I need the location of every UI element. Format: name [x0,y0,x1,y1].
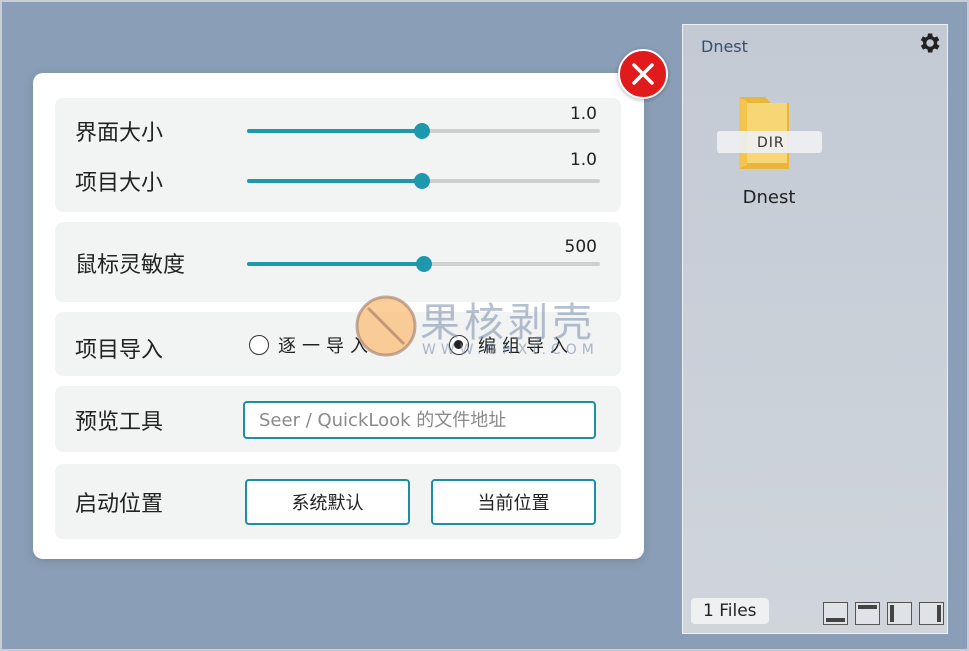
watermark-logo-icon [355,295,417,357]
folder-dir-badge: DIR [757,135,785,151]
watermark-title: 果核剥壳 [420,300,596,346]
folder-name[interactable]: Dnest [719,187,819,208]
item-size-value: 1.0 [569,150,597,170]
item-size-slider-thumb[interactable] [413,173,430,189]
panel-title: Dnest [701,37,748,56]
preview-section: 预览工具 [55,386,621,452]
start-position-label: 启动位置 [75,492,164,517]
ui-size-slider[interactable] [247,120,600,140]
preview-tool-label: 预览工具 [75,410,164,435]
close-x-icon [632,63,654,85]
dock-left-icon[interactable] [887,602,912,625]
folder-icon[interactable] [717,93,825,175]
dock-top-icon[interactable] [855,602,880,625]
item-size-label: 项目大小 [75,171,164,196]
dnest-panel: Dnest DIR Dnest 1 Files [682,24,948,634]
dock-bottom-icon[interactable] [823,602,848,625]
mouse-sensitivity-slider-thumb[interactable] [415,256,432,272]
start-position-section: 启动位置 系统默认 当前位置 [55,464,621,539]
gear-icon[interactable] [916,30,942,56]
mouse-sensitivity-label: 鼠标灵敏度 [75,253,186,278]
size-section: 界面大小 1.0 项目大小 1.0 [55,98,621,212]
ui-size-label: 界面大小 [75,121,164,146]
dock-right-icon[interactable] [919,602,944,625]
close-button[interactable] [618,49,668,99]
watermark-subtitle: WWW.GHXI.COM [422,342,599,358]
mouse-sensitivity-slider[interactable] [247,253,600,273]
preview-tool-path-input[interactable] [243,401,596,439]
item-size-slider[interactable] [247,170,600,190]
current-position-button[interactable]: 当前位置 [431,479,596,525]
system-default-button[interactable]: 系统默认 [245,479,410,525]
item-import-label: 项目导入 [75,338,164,363]
radio-circle[interactable] [249,335,269,355]
ui-size-slider-thumb[interactable] [413,123,430,139]
files-count-badge: 1 Files [691,598,769,624]
